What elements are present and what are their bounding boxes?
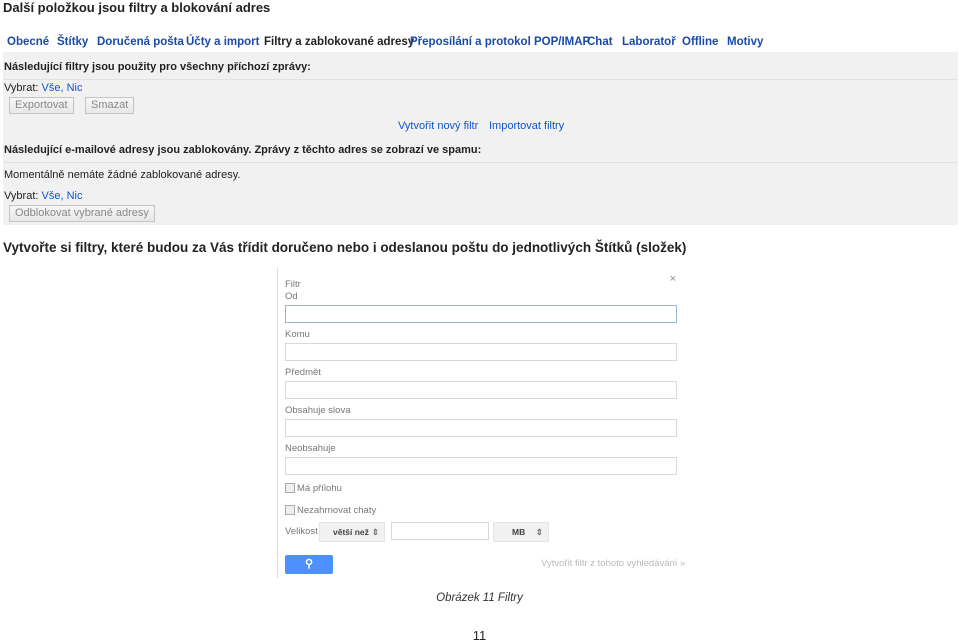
blocked-empty-text: Momentálně nemáte žádné zablokované adre… bbox=[4, 169, 241, 181]
tab-labs[interactable]: Laboratoř bbox=[622, 36, 676, 48]
tab-forwarding[interactable]: Přeposílání a protokol POP/IMAP bbox=[410, 36, 590, 48]
has-attachment-checkbox[interactable] bbox=[285, 483, 295, 493]
settings-tabs: Obecné Štítky Doručená pošta Účty a impo… bbox=[3, 32, 958, 52]
select-all-link[interactable]: Vše, bbox=[42, 82, 64, 94]
updown-icon: ⇕ bbox=[371, 527, 379, 537]
subject-input[interactable] bbox=[285, 381, 677, 399]
to-input[interactable] bbox=[285, 343, 677, 361]
select-row: Vybrat: Vše, Nic bbox=[4, 82, 82, 94]
page-number: 11 bbox=[472, 628, 487, 643]
doesnt-have-label: Neobsahuje bbox=[285, 443, 336, 454]
divider bbox=[3, 79, 958, 80]
has-attachment-label: Má přílohu bbox=[297, 483, 342, 494]
tab-general[interactable]: Obecné bbox=[7, 36, 49, 48]
size-operator-select[interactable]: větší než ⇕ bbox=[319, 522, 385, 542]
from-input[interactable] bbox=[285, 305, 677, 323]
has-words-input[interactable] bbox=[285, 419, 677, 437]
size-operator-value: větší než bbox=[333, 527, 369, 537]
updown-icon: ⇕ bbox=[535, 527, 543, 537]
from-label: Od bbox=[285, 291, 298, 302]
select-none-link[interactable]: Nic bbox=[67, 82, 83, 94]
tab-offline[interactable]: Offline bbox=[682, 36, 718, 48]
has-words-label: Obsahuje slova bbox=[285, 405, 351, 416]
divider bbox=[3, 162, 958, 163]
tab-filters[interactable]: Filtry a zablokované adresy bbox=[264, 36, 414, 48]
unblock-button[interactable]: Odblokovat vybrané adresy bbox=[9, 205, 155, 222]
tab-accounts[interactable]: Účty a import bbox=[186, 36, 260, 48]
exclude-chats-label: Nezahrnovat chaty bbox=[297, 505, 377, 516]
filter-dialog: Filtr × Od Komu Předmět Obsahuje slova N… bbox=[277, 268, 685, 578]
search-icon: ⚲ bbox=[304, 558, 314, 570]
close-icon[interactable]: × bbox=[670, 273, 676, 285]
section-heading: Vytvořte si filtry, které budou za Vás t… bbox=[3, 240, 687, 255]
blocked-heading: Následující e-mailové adresy jsou zablok… bbox=[4, 144, 482, 156]
filters-heading: Následující filtry jsou použity pro všec… bbox=[4, 61, 311, 73]
dialog-title: Filtr bbox=[285, 279, 301, 290]
doesnt-have-input[interactable] bbox=[285, 457, 677, 475]
export-button[interactable]: Exportovat bbox=[9, 97, 74, 114]
search-button[interactable]: ⚲ bbox=[285, 555, 333, 574]
gmail-settings-screenshot: Obecné Štítky Doručená pošta Účty a impo… bbox=[3, 32, 958, 225]
figure-caption: Obrázek 11 Filtry bbox=[436, 592, 523, 604]
select-row: Vybrat: Vše, Nic bbox=[4, 190, 82, 202]
size-label: Velikost bbox=[285, 526, 318, 537]
import-filters-link[interactable]: Importovat filtry bbox=[489, 120, 564, 132]
select-label: Vybrat: bbox=[4, 82, 39, 94]
create-filter-from-search-link[interactable]: Vytvořit filtr z tohoto vyhledávání » bbox=[541, 558, 685, 569]
delete-button[interactable]: Smazat bbox=[85, 97, 135, 114]
tab-labels[interactable]: Štítky bbox=[57, 36, 88, 48]
to-label: Komu bbox=[285, 329, 310, 340]
size-value-input[interactable] bbox=[391, 522, 489, 540]
exclude-chats-checkbox[interactable] bbox=[285, 505, 295, 515]
tab-inbox[interactable]: Doručená pošta bbox=[97, 36, 184, 48]
section-heading: Další položkou jsou filtry a blokování a… bbox=[3, 0, 271, 15]
size-unit-select[interactable]: MB ⇕ bbox=[493, 522, 549, 542]
tab-chat[interactable]: Chat bbox=[587, 36, 613, 48]
size-unit-value: MB bbox=[512, 527, 526, 537]
create-filter-link[interactable]: Vytvořit nový filtr bbox=[398, 120, 478, 132]
select-none-link[interactable]: Nic bbox=[67, 190, 83, 202]
subject-label: Předmět bbox=[285, 367, 321, 378]
select-all-link[interactable]: Vše, bbox=[42, 190, 64, 202]
tab-themes[interactable]: Motivy bbox=[727, 36, 763, 48]
select-label: Vybrat: bbox=[4, 190, 39, 202]
